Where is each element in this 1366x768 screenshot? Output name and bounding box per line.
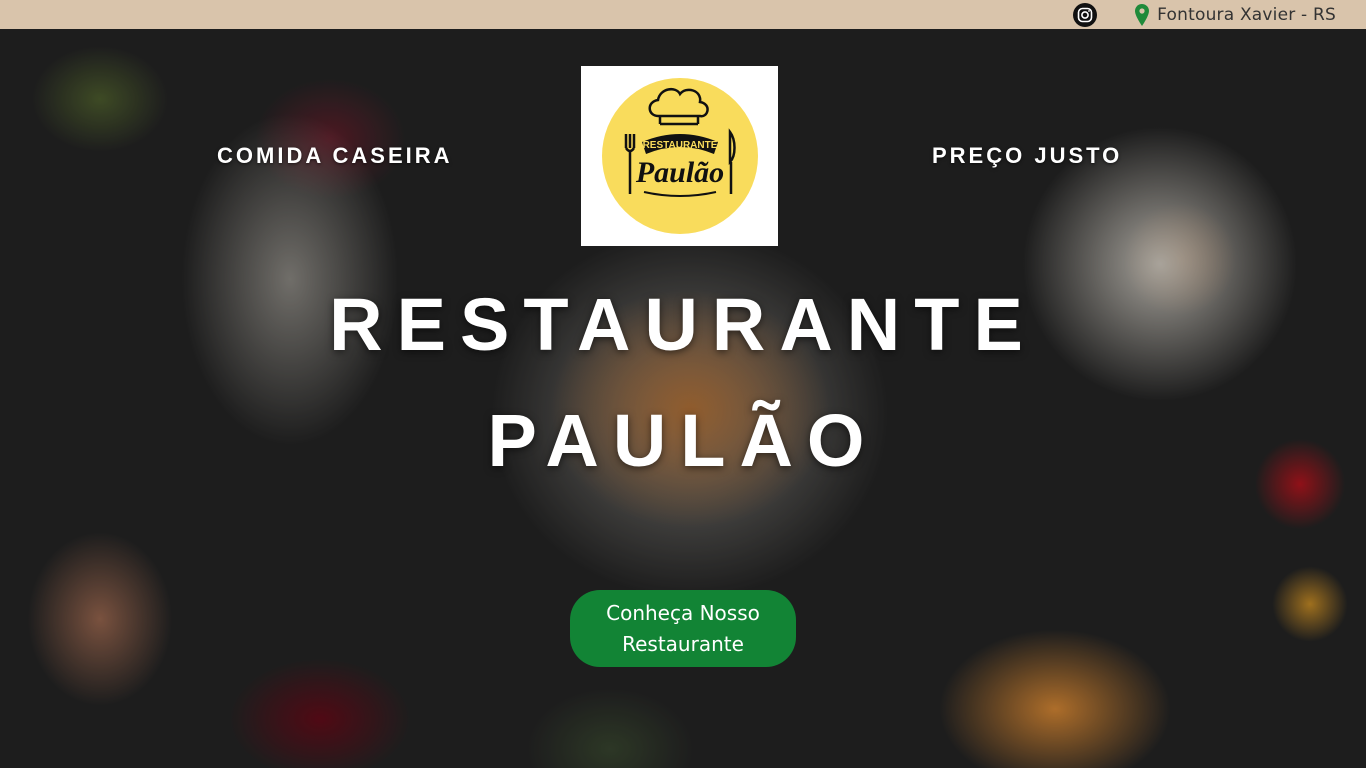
logo-banner-text: RESTAURANTE bbox=[642, 140, 717, 151]
hero-title-line-2: PAULÃO bbox=[487, 399, 879, 482]
map-pin-icon bbox=[1135, 3, 1150, 26]
conheca-restaurante-button[interactable]: Conheça Nosso Restaurante bbox=[570, 590, 796, 667]
restaurant-logo: RESTAURANTE Paulão bbox=[581, 66, 778, 246]
logo-emblem: RESTAURANTE Paulão bbox=[601, 78, 758, 234]
location-text: Fontoura Xavier - RS bbox=[1157, 4, 1336, 25]
instagram-link[interactable] bbox=[1073, 2, 1098, 27]
logo-name-text: Paulão bbox=[634, 156, 723, 189]
hero-title-line-1: RESTAURANTE bbox=[329, 283, 1037, 366]
location: Fontoura Xavier - RS bbox=[1135, 3, 1336, 26]
top-bar: Fontoura Xavier - RS bbox=[0, 0, 1366, 29]
instagram-icon bbox=[1077, 7, 1093, 22]
tagline-right: PREÇO JUSTO bbox=[932, 143, 1123, 168]
tagline-left: COMIDA CASEIRA bbox=[217, 143, 453, 168]
